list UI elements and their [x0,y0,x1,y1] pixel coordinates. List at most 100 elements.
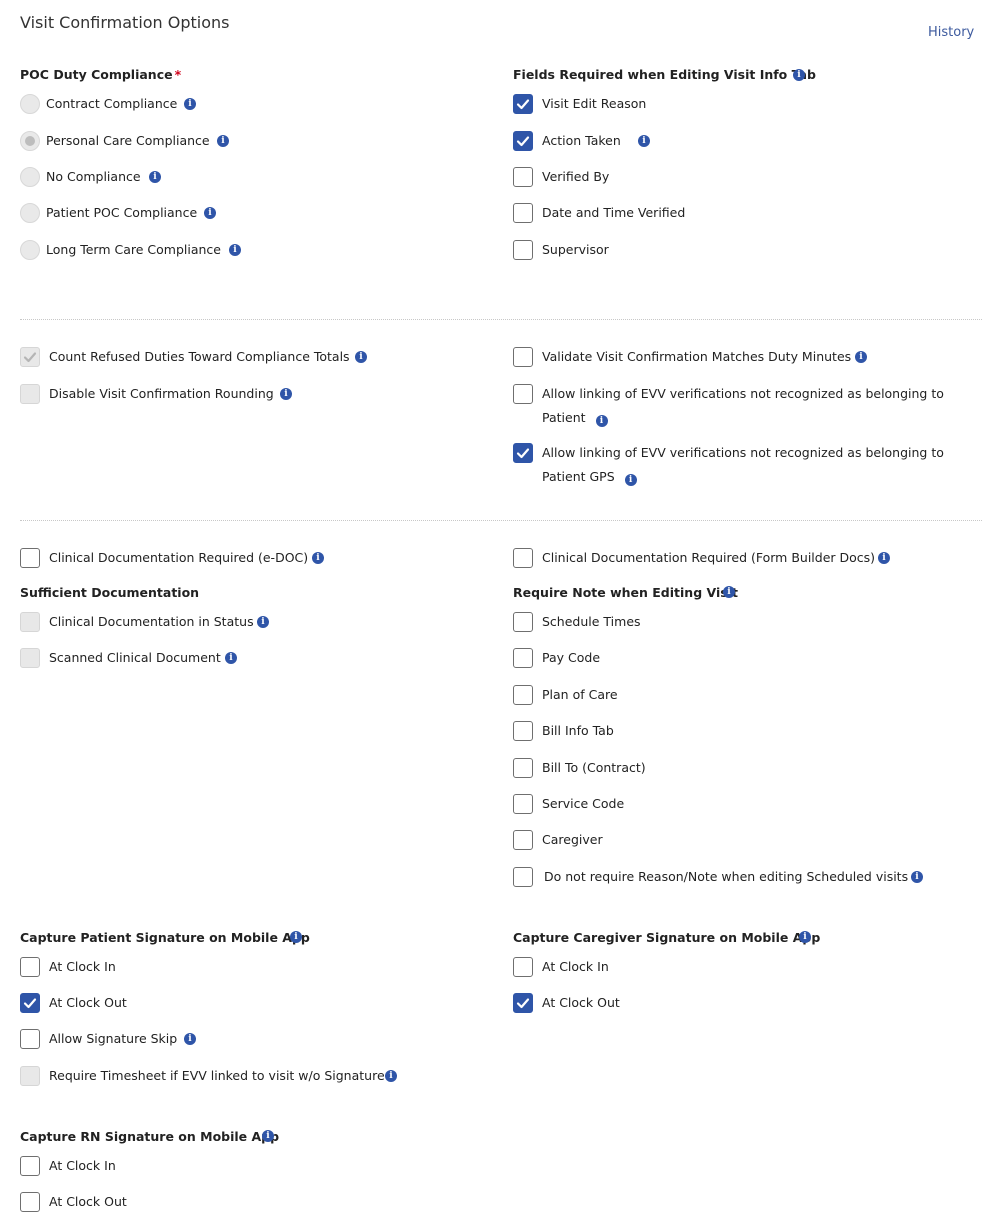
checkbox-label-no-reason-scheduled: Do not require Reason/Note when editing … [544,869,909,884]
checkbox-visit-edit-reason[interactable] [513,94,533,114]
checkbox-allow-signature-skip[interactable] [20,1029,40,1049]
allow-linking-gps-text: Allow linking of EVV verifications not r… [542,445,944,484]
radio-label-long-term-care-compliance: Long Term Care Compliance [46,242,221,257]
info-icon[interactable]: i [257,616,269,628]
radio-contract-compliance[interactable] [20,94,40,114]
radio-label-patient-poc-compliance: Patient POC Compliance [46,205,198,220]
check-icon [23,998,37,1009]
radio-label-no-compliance: No Compliance [46,169,141,184]
checkbox-label-patient-sig-clock-in: At Clock In [49,959,116,974]
info-icon[interactable]: i [149,171,161,183]
check-icon [23,352,37,363]
fields-required-title: Fields Required when Editing Visit Info … [513,67,816,82]
info-icon[interactable]: i [638,135,650,147]
checkbox-label-disable-rounding: Disable Visit Confirmation Rounding [49,386,274,401]
required-mark: * [174,67,182,82]
checkbox-label-allow-signature-skip: Allow Signature Skip [49,1031,178,1046]
history-link[interactable]: History [928,25,974,40]
info-icon[interactable]: i [290,931,302,943]
radio-label-contract-compliance: Contract Compliance [46,96,178,111]
checkbox-no-reason-scheduled[interactable] [513,867,533,887]
check-icon [516,448,530,459]
info-icon[interactable]: i [280,388,292,400]
info-icon[interactable]: i [624,474,637,486]
info-icon[interactable]: i [799,931,811,943]
checkbox-caregiver[interactable] [513,830,533,850]
checkbox-label-rn-sig-clock-in: At Clock In [49,1158,116,1173]
poc-title: POC Duty Compliance * [20,67,181,82]
checkbox-service-code[interactable] [513,794,533,814]
info-icon[interactable]: i [184,1033,196,1045]
checkbox-rn-sig-clock-out[interactable] [20,1192,40,1212]
checkbox-count-refused-duties[interactable] [20,347,40,367]
info-icon[interactable]: i [793,69,805,81]
checkbox-label-caregiver: Caregiver [542,832,603,847]
checkbox-schedule-times[interactable] [513,612,533,632]
info-icon[interactable]: i [204,207,216,219]
checkbox-pay-code[interactable] [513,648,533,668]
radio-long-term-care-compliance[interactable] [20,240,40,260]
patient-signature-title: Capture Patient Signature on Mobile App [20,930,310,945]
info-icon[interactable]: i [911,871,923,883]
checkbox-label-action-taken: Action Taken [542,133,621,148]
checkbox-bill-info-tab[interactable] [513,721,533,741]
radio-label-personal-care-compliance: Personal Care Compliance [46,133,210,148]
check-icon [516,99,530,110]
divider [20,319,982,320]
rn-signature-title: Capture RN Signature on Mobile App [20,1129,280,1144]
checkbox-rn-sig-clock-in[interactable] [20,1156,40,1176]
info-icon[interactable]: i [385,1070,397,1082]
info-icon[interactable]: i [595,415,608,427]
checkbox-allow-linking-patient[interactable] [513,384,533,404]
checkbox-require-timesheet[interactable] [20,1066,40,1086]
info-icon[interactable]: i [184,98,196,110]
checkbox-label-rn-sig-clock-out: At Clock Out [49,1194,127,1209]
page-title: Visit Confirmation Options [20,13,230,32]
checkbox-action-taken[interactable] [513,131,533,151]
radio-personal-care-compliance[interactable] [20,131,40,151]
radio-no-compliance[interactable] [20,167,40,187]
checkbox-disable-rounding[interactable] [20,384,40,404]
info-icon[interactable]: i [355,351,367,363]
checkbox-label-bill-to-contract: Bill To (Contract) [542,760,646,775]
require-note-title: Require Note when Editing Visit [513,585,738,600]
checkbox-caregiver-sig-clock-out[interactable] [513,993,533,1013]
checkbox-date-time-verified[interactable] [513,203,533,223]
checkbox-scanned-clinical-doc[interactable] [20,648,40,668]
info-icon[interactable]: i [262,1130,274,1142]
checkbox-patient-sig-clock-in[interactable] [20,957,40,977]
checkbox-label-caregiver-sig-clock-in: At Clock In [542,959,609,974]
info-icon[interactable]: i [723,586,735,598]
checkbox-label-clinical-doc-edoc: Clinical Documentation Required (e-DOC) [49,550,309,565]
caregiver-signature-title: Capture Caregiver Signature on Mobile Ap… [513,930,821,945]
info-icon[interactable]: i [225,652,237,664]
checkbox-verified-by[interactable] [513,167,533,187]
checkbox-plan-of-care[interactable] [513,685,533,705]
info-icon[interactable]: i [229,244,241,256]
checkbox-label-validate-duty-minutes: Validate Visit Confirmation Matches Duty… [542,349,852,364]
checkbox-bill-to-contract[interactable] [513,758,533,778]
checkbox-clinical-doc-in-status[interactable] [20,612,40,632]
info-icon[interactable]: i [855,351,867,363]
checkbox-label-caregiver-sig-clock-out: At Clock Out [542,995,620,1010]
checkbox-label-plan-of-care: Plan of Care [542,687,618,702]
checkbox-label-visit-edit-reason: Visit Edit Reason [542,96,647,111]
checkbox-clinical-doc-edoc[interactable] [20,548,40,568]
sufficient-documentation-title: Sufficient Documentation [20,585,200,600]
checkbox-label-clinical-doc-form-builder: Clinical Documentation Required (Form Bu… [542,550,876,565]
info-icon[interactable]: i [312,552,324,564]
checkbox-supervisor[interactable] [513,240,533,260]
checkbox-allow-linking-gps[interactable] [513,443,533,463]
checkbox-label-patient-sig-clock-out: At Clock Out [49,995,127,1010]
info-icon[interactable]: i [217,135,229,147]
radio-patient-poc-compliance[interactable] [20,203,40,223]
checkbox-label-service-code: Service Code [542,796,625,811]
checkbox-label-pay-code: Pay Code [542,650,601,665]
info-icon[interactable]: i [878,552,890,564]
checkbox-label-allow-linking-patient: Allow linking of EVV verifications not r… [542,382,962,430]
checkbox-validate-duty-minutes[interactable] [513,347,533,367]
checkbox-label-clinical-doc-in-status: Clinical Documentation in Status [49,614,254,629]
checkbox-clinical-doc-form-builder[interactable] [513,548,533,568]
checkbox-patient-sig-clock-out[interactable] [20,993,40,1013]
checkbox-caregiver-sig-clock-in[interactable] [513,957,533,977]
